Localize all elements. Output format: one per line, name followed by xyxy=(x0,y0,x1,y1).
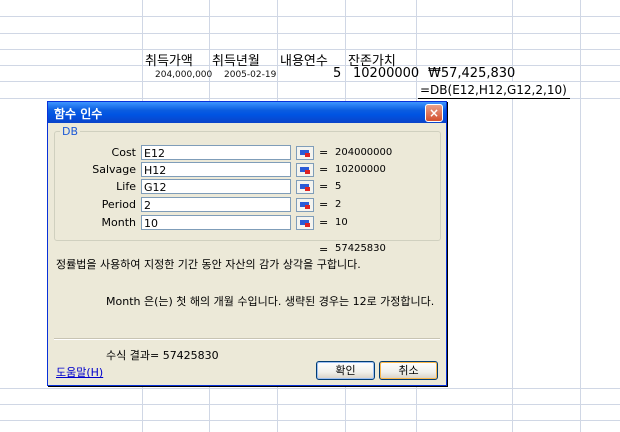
arg-input-month[interactable]: 10 xyxy=(141,215,291,230)
help-link[interactable]: 도움말(H) xyxy=(56,364,103,380)
grid-line xyxy=(580,0,581,432)
function-name: DB xyxy=(60,125,81,138)
collapse-dialog-icon[interactable] xyxy=(296,198,314,212)
argument-description: Month 은(는) 첫 해의 개월 수입니다. 생략된 경우는 12로 가정합… xyxy=(106,295,435,308)
arg-label-period: Period xyxy=(101,198,136,211)
function-result-value: 57425830 xyxy=(335,243,386,254)
cell-result[interactable]: ₩57,425,830 xyxy=(428,66,515,81)
arg-input-salvage[interactable]: H12 xyxy=(141,162,291,177)
ok-button[interactable]: 확인 xyxy=(316,361,375,380)
arg-value-salvage: 10200000 xyxy=(335,164,386,175)
grid-line xyxy=(0,33,620,34)
arg-value-month: 10 xyxy=(335,217,348,228)
header-life[interactable]: 내용연수 xyxy=(280,50,328,69)
arg-value-period: 2 xyxy=(335,199,342,210)
collapse-dialog-icon[interactable] xyxy=(296,180,314,194)
close-icon[interactable]: × xyxy=(425,104,443,122)
arg-value-life: 5 xyxy=(335,181,342,192)
equals-sign: = xyxy=(319,180,329,193)
cell-date[interactable]: 2005-02-19 xyxy=(224,70,276,80)
formula-result: 수식 결과= 57425830 xyxy=(106,349,219,362)
arg-label-life: Life xyxy=(116,180,136,193)
separator xyxy=(54,338,440,340)
arg-input-period[interactable]: 2 xyxy=(141,197,291,212)
equals-sign: = xyxy=(319,243,329,256)
equals-sign: = xyxy=(319,146,329,159)
cell-life[interactable]: 5 xyxy=(333,66,341,81)
arg-label-cost: Cost xyxy=(111,146,136,159)
grid-line xyxy=(0,388,620,389)
dialog-titlebar[interactable]: 함수 인수 × xyxy=(48,102,446,123)
function-arguments-dialog: 함수 인수 × DB Cost E12 = 204000000 Salvage … xyxy=(47,101,447,386)
arg-input-cost[interactable]: E12 xyxy=(141,145,291,160)
collapse-dialog-icon[interactable] xyxy=(296,146,314,160)
function-description: 정률법을 사용하여 지정한 기간 동안 자산의 감가 상각을 구합니다. xyxy=(56,258,361,271)
cancel-button[interactable]: 취소 xyxy=(379,361,438,380)
grid-line xyxy=(0,404,620,405)
cell-cost[interactable]: 204,000,000 xyxy=(155,70,212,80)
grid-line xyxy=(0,16,620,17)
header-date[interactable]: 취득년월 xyxy=(212,50,260,69)
equals-sign: = xyxy=(319,198,329,211)
grid-line xyxy=(512,0,513,432)
arg-label-salvage: Salvage xyxy=(92,163,136,176)
editing-formula-cell[interactable]: =DB(E12,H12,G12,2,10) xyxy=(418,82,570,99)
equals-sign: = xyxy=(319,216,329,229)
header-cost[interactable]: 취득가액 xyxy=(145,50,193,69)
arg-input-life[interactable]: G12 xyxy=(141,179,291,194)
collapse-dialog-icon[interactable] xyxy=(296,216,314,230)
collapse-dialog-icon[interactable] xyxy=(296,163,314,177)
arg-label-month: Month xyxy=(101,216,136,229)
dialog-title: 함수 인수 xyxy=(54,107,103,121)
grid-line xyxy=(0,420,620,421)
equals-sign: = xyxy=(319,163,329,176)
cell-salvage[interactable]: 10200000 xyxy=(353,66,419,81)
arg-value-cost: 204000000 xyxy=(335,147,393,158)
